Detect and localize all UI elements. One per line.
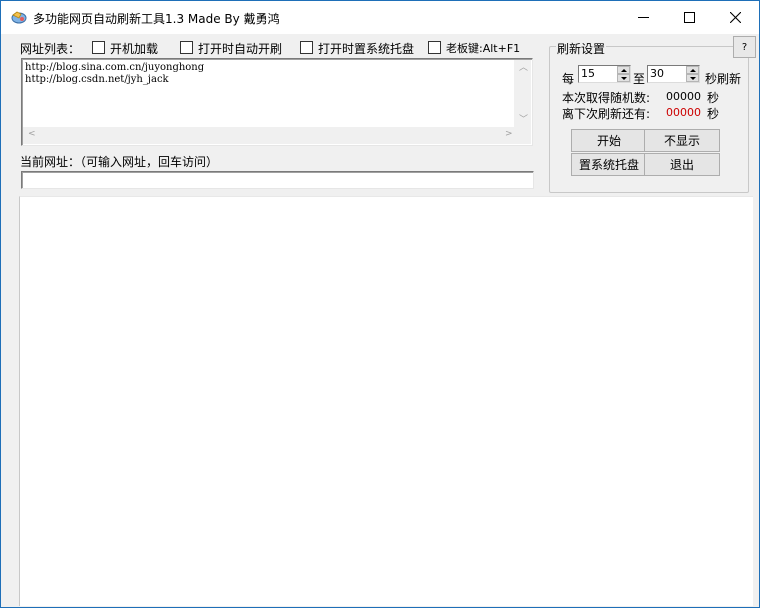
close-button[interactable] <box>712 1 758 34</box>
option-checkbox-tray-on-open[interactable] <box>300 41 313 54</box>
browser-view[interactable] <box>19 196 753 606</box>
spin-down-icon[interactable] <box>686 74 699 82</box>
help-button-label: ? <box>741 41 748 53</box>
url-list-item: http://blog.csdn.net/jyh_jack <box>25 74 169 85</box>
option-checkbox-autostart[interactable] <box>92 41 105 54</box>
start-button[interactable]: 开始 <box>571 129 647 152</box>
spin-up-icon[interactable] <box>686 66 699 74</box>
scroll-right-icon[interactable]: > <box>505 130 513 139</box>
random-number-unit: 秒 <box>707 91 720 105</box>
maximize-icon <box>683 12 695 23</box>
system-tray-button[interactable]: 置系统托盘 <box>571 153 647 176</box>
seconds-refresh-label: 秒刷新 <box>705 72 742 86</box>
to-label: 至 <box>633 72 646 86</box>
min-seconds-value[interactable]: 15 <box>581 67 595 80</box>
title-bar: 多功能网页自动刷新工具1.3 Made By 戴勇鸿 <box>1 1 759 34</box>
help-button[interactable]: ? <box>733 36 756 58</box>
spin-up-icon[interactable] <box>617 66 630 74</box>
scrollbar-corner <box>514 127 531 144</box>
exit-button[interactable]: 退出 <box>644 153 720 176</box>
option-label-boss-key[interactable]: 老板键:Alt+F1 <box>446 40 520 56</box>
vertical-scrollbar[interactable]: ︿ ﹀ <box>514 60 531 130</box>
option-label-tray-on-open[interactable]: 打开时置系统托盘 <box>318 40 414 57</box>
spin-down-icon[interactable] <box>617 74 630 82</box>
maximize-button[interactable] <box>666 1 712 34</box>
window-title: 多功能网页自动刷新工具1.3 Made By 戴勇鸿 <box>33 12 280 26</box>
minimize-button[interactable] <box>620 1 666 34</box>
start-button-label: 开始 <box>596 134 621 148</box>
random-number-label: 本次取得随机数: <box>562 91 651 105</box>
option-checkbox-boss-key[interactable] <box>428 41 441 54</box>
scroll-up-icon[interactable]: ︿ <box>519 64 528 73</box>
close-icon <box>729 12 741 23</box>
every-label: 每 <box>562 72 575 86</box>
scroll-left-icon[interactable]: < <box>28 130 36 139</box>
url-list-label: 网址列表： <box>20 42 81 56</box>
refresh-settings-title: 刷新设置 <box>556 40 607 57</box>
main-window: 多功能网页自动刷新工具1.3 Made By 戴勇鸿 网址列表： 开机加载 打开… <box>0 0 760 608</box>
scroll-down-icon[interactable]: ﹀ <box>519 116 528 125</box>
url-list-textarea[interactable]: http://blog.sina.com.cn/juyonghong http:… <box>21 58 533 146</box>
app-icon <box>11 10 27 24</box>
random-number-value: 00000 <box>666 90 701 103</box>
system-tray-button-label: 置系统托盘 <box>578 158 639 172</box>
exit-button-label: 退出 <box>669 158 694 172</box>
horizontal-scrollbar[interactable]: < > <box>23 127 517 144</box>
option-checkbox-auto-refresh[interactable] <box>180 41 193 54</box>
hide-button-label: 不显示 <box>663 134 700 148</box>
current-url-input[interactable] <box>21 171 534 189</box>
option-label-auto-refresh[interactable]: 打开时自动开刷 <box>198 40 282 57</box>
max-seconds-spinner[interactable]: 30 <box>647 65 700 83</box>
remaining-time-label: 离下次刷新还有: <box>562 107 651 121</box>
hide-button[interactable]: 不显示 <box>644 129 720 152</box>
current-url-label: 当前网址：（可输入网址，回车访问） <box>20 155 219 169</box>
remaining-time-unit: 秒 <box>707 107 720 121</box>
max-seconds-value[interactable]: 30 <box>650 67 664 80</box>
url-list-item: http://blog.sina.com.cn/juyonghong <box>25 62 205 73</box>
remaining-time-value: 00000 <box>666 106 701 119</box>
minimize-icon <box>637 12 649 23</box>
min-seconds-spinner[interactable]: 15 <box>578 65 631 83</box>
option-label-autostart[interactable]: 开机加载 <box>110 40 158 57</box>
